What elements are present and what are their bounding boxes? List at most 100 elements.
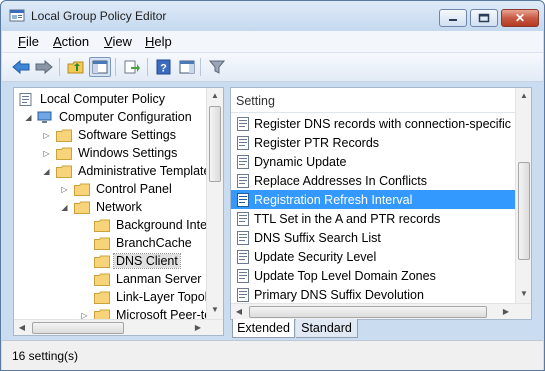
export-list-button[interactable] bbox=[121, 57, 143, 77]
forward-button[interactable] bbox=[33, 57, 55, 77]
folder-icon bbox=[56, 129, 72, 142]
tree-item-branchcache[interactable]: BranchCache bbox=[94, 234, 194, 252]
policy-setting-icon bbox=[237, 192, 249, 207]
folder-icon bbox=[94, 219, 110, 232]
tree-item-dns-client[interactable]: DNS Client bbox=[94, 252, 181, 270]
policy-setting-icon bbox=[237, 268, 249, 283]
back-arrow-icon bbox=[12, 60, 30, 74]
close-button[interactable]: ✕ bbox=[501, 9, 539, 27]
filter-icon bbox=[209, 60, 225, 74]
expand-arrow-icon[interactable]: ▷ bbox=[42, 131, 51, 140]
list-item[interactable]: DNS Suffix Search List bbox=[231, 228, 517, 247]
policy-setting-icon bbox=[237, 135, 249, 150]
list-item[interactable]: Update Top Level Domain Zones bbox=[231, 266, 517, 285]
tree-item-link-layer-topology[interactable]: Link-Layer Topology Discovery bbox=[94, 288, 223, 306]
list-item[interactable]: Register PTR Records bbox=[231, 133, 517, 152]
list-item[interactable]: Update Security Level bbox=[231, 247, 517, 266]
policy-setting-icon bbox=[237, 287, 249, 302]
tree-item-network[interactable]: ◢ Network bbox=[60, 198, 144, 216]
app-window: Local Group Policy Editor ✕ File Action … bbox=[0, 0, 545, 371]
tree-item-background-intelligent-transfer[interactable]: Background Intelligent Transfer Service … bbox=[94, 216, 223, 234]
list-item[interactable]: Dynamic Update bbox=[231, 152, 517, 171]
maximize-button[interactable] bbox=[470, 9, 498, 27]
tree-horizontal-scrollbar[interactable]: ◀ ▶ bbox=[14, 319, 223, 335]
column-header-setting[interactable]: Setting bbox=[231, 88, 517, 113]
toolbar-separator bbox=[200, 58, 201, 76]
list-item[interactable]: Replace Addresses In Conflicts bbox=[231, 171, 517, 190]
list-item[interactable]: Register DNS records with connection-spe… bbox=[231, 114, 531, 133]
folder-icon bbox=[94, 273, 110, 286]
tree-item-administrative-templates[interactable]: ◢ Administrative Templates bbox=[42, 162, 219, 180]
tree-item-control-panel[interactable]: ▷ Control Panel bbox=[60, 180, 174, 198]
minimize-button[interactable] bbox=[439, 9, 467, 27]
title-bar[interactable]: Local Group Policy Editor ✕ bbox=[1, 1, 544, 31]
scroll-right-arrow-icon[interactable]: ▶ bbox=[498, 304, 514, 319]
tree-item-windows-settings[interactable]: ▷ Windows Settings bbox=[42, 144, 179, 162]
tab-standard[interactable]: Standard bbox=[296, 319, 358, 338]
toolbar-separator bbox=[59, 58, 60, 76]
list-item-selected[interactable]: Registration Refresh Interval bbox=[231, 190, 517, 209]
tree-item-lanman-server[interactable]: Lanman Server bbox=[94, 270, 203, 288]
policy-setting-icon bbox=[237, 249, 249, 264]
folder-icon bbox=[94, 237, 110, 250]
settings-list[interactable]: Setting Register DNS records with connec… bbox=[230, 87, 532, 320]
show-hide-console-tree-button[interactable] bbox=[89, 57, 111, 77]
menu-file[interactable]: File bbox=[18, 34, 39, 49]
tree-horizontal-scroll-thumb[interactable] bbox=[32, 322, 124, 334]
tree-item-software-settings[interactable]: ▷ Software Settings bbox=[42, 126, 178, 144]
show-hide-action-pane-button[interactable] bbox=[176, 57, 198, 77]
list-vertical-scrollbar[interactable]: ▲ ▼ bbox=[515, 88, 531, 303]
list-item[interactable]: Primary DNS Suffix Devolution bbox=[231, 285, 517, 304]
list-vertical-scroll-thumb[interactable] bbox=[518, 162, 530, 260]
help-button[interactable]: ? bbox=[153, 57, 175, 77]
maximize-icon bbox=[478, 13, 490, 23]
folder-icon bbox=[74, 183, 90, 196]
computer-icon bbox=[37, 111, 52, 123]
scroll-left-arrow-icon[interactable]: ◀ bbox=[231, 304, 247, 319]
policy-document-icon bbox=[19, 92, 32, 106]
menu-help[interactable]: Help bbox=[145, 34, 172, 49]
menu-view[interactable]: View bbox=[104, 34, 132, 49]
scroll-left-arrow-icon[interactable]: ◀ bbox=[14, 320, 30, 335]
folder-icon bbox=[56, 147, 72, 160]
tree-item-computer-configuration[interactable]: ◢ Computer Configuration bbox=[24, 108, 194, 126]
scroll-down-arrow-icon[interactable]: ▼ bbox=[207, 302, 223, 318]
console-tree[interactable]: Local Computer Policy ◢ Computer Configu… bbox=[13, 87, 224, 336]
filter-button[interactable] bbox=[206, 57, 228, 77]
toolbar: ? bbox=[2, 53, 543, 82]
collapse-arrow-icon[interactable]: ◢ bbox=[42, 167, 51, 176]
scroll-right-arrow-icon[interactable]: ▶ bbox=[190, 320, 206, 335]
back-button[interactable] bbox=[10, 57, 32, 77]
policy-setting-icon bbox=[237, 211, 249, 226]
export-list-icon bbox=[124, 60, 140, 74]
window-title: Local Group Policy Editor bbox=[31, 9, 167, 23]
list-horizontal-scroll-thumb[interactable] bbox=[249, 306, 487, 318]
scroll-up-arrow-icon[interactable]: ▲ bbox=[516, 88, 531, 104]
help-icon: ? bbox=[156, 59, 171, 75]
minimize-icon bbox=[449, 19, 457, 21]
policy-setting-icon bbox=[237, 230, 249, 245]
up-one-level-button[interactable] bbox=[65, 57, 87, 77]
scroll-down-arrow-icon[interactable]: ▼ bbox=[516, 286, 531, 302]
toolbar-separator bbox=[147, 58, 148, 76]
svg-text:?: ? bbox=[160, 63, 167, 75]
status-text: 16 setting(s) bbox=[12, 349, 79, 363]
properties-pane-icon bbox=[179, 60, 195, 74]
tree-item-local-computer-policy[interactable]: Local Computer Policy bbox=[18, 90, 167, 108]
collapse-arrow-icon[interactable]: ◢ bbox=[24, 113, 33, 122]
tree-vertical-scrollbar[interactable]: ▲ ▼ bbox=[206, 88, 223, 319]
expand-arrow-icon[interactable]: ▷ bbox=[42, 149, 51, 158]
view-tabs: Extended Standard bbox=[230, 319, 532, 339]
list-horizontal-scrollbar[interactable]: ◀ ▶ bbox=[231, 303, 531, 319]
tree-vertical-scroll-thumb[interactable] bbox=[209, 106, 221, 182]
menu-action[interactable]: Action bbox=[53, 34, 89, 49]
menu-bar: File Action View Help bbox=[2, 31, 543, 53]
collapse-arrow-icon[interactable]: ◢ bbox=[60, 203, 69, 212]
list-item[interactable]: TTL Set in the A and PTR records bbox=[231, 209, 517, 228]
tab-extended[interactable]: Extended bbox=[232, 319, 295, 338]
scroll-up-arrow-icon[interactable]: ▲ bbox=[207, 88, 223, 104]
policy-setting-icon bbox=[237, 154, 249, 169]
expand-arrow-icon[interactable]: ▷ bbox=[60, 185, 69, 194]
policy-setting-icon bbox=[237, 173, 249, 188]
status-bar: 16 setting(s) bbox=[2, 340, 543, 370]
